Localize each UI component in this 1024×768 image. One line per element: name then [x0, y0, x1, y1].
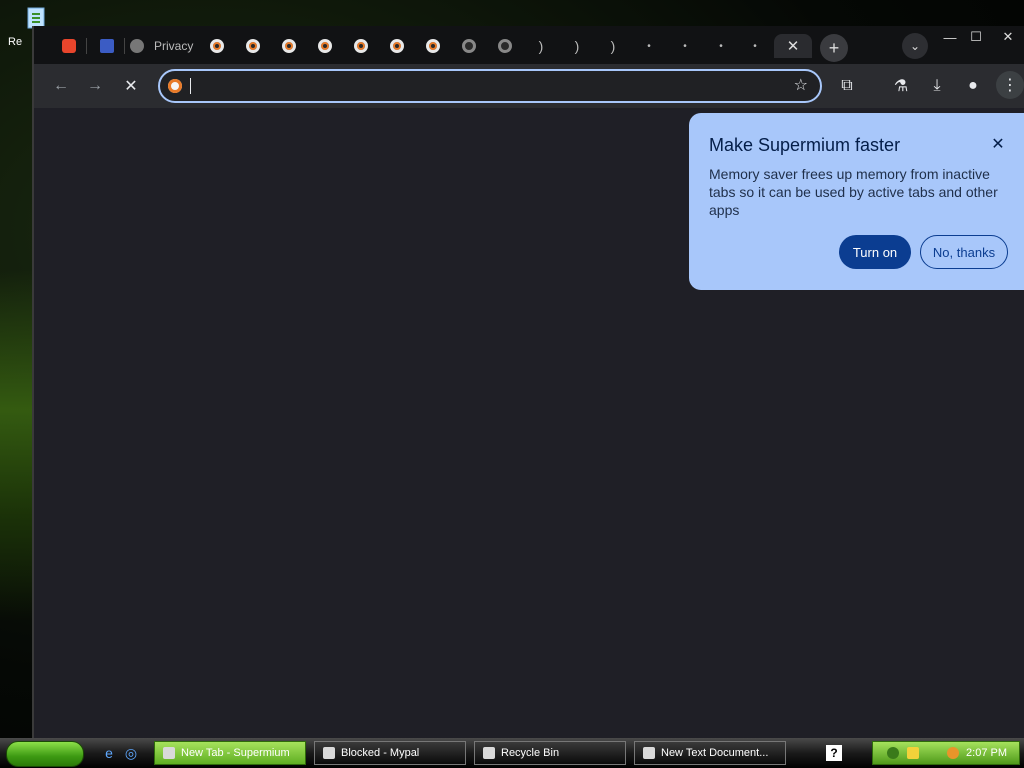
tab-loading[interactable] [202, 35, 232, 57]
globe-icon [130, 39, 144, 53]
no-thanks-button[interactable]: No, thanks [920, 235, 1008, 269]
tab-loading[interactable]: ) [562, 35, 592, 57]
tab-loading[interactable]: • [740, 35, 770, 57]
browser-toolbar: ← → ✕ ☆ ⧉ ⚗ ⤓ ● ⋮ [34, 64, 1024, 108]
site-info-icon[interactable] [168, 79, 182, 93]
loading-icon [390, 39, 404, 53]
taskbar-item-label: Recycle Bin [501, 747, 560, 759]
bookmark-star-icon[interactable]: ☆ [794, 75, 808, 95]
loading-icon [462, 39, 476, 53]
security-shield-icon[interactable] [907, 747, 919, 759]
labs-button[interactable]: ⚗ [886, 72, 916, 100]
tab-loading[interactable] [346, 35, 376, 57]
tab-loading[interactable]: • [634, 35, 664, 57]
loading-icon [318, 39, 332, 53]
tab-strip: Privacy ) ) ) • • • • ✕ + ⌄ — ☐ ✕ [34, 26, 1024, 64]
loading-icon [282, 39, 296, 53]
tab-privacy[interactable]: Privacy [130, 35, 198, 57]
network-icon[interactable] [887, 747, 899, 759]
loading-icon [210, 39, 224, 53]
address-bar[interactable]: ☆ [158, 69, 822, 103]
memory-saver-bubble: Make Supermium faster ✕ Memory saver fre… [689, 113, 1024, 290]
taskbar-item-label: New Tab - Supermium [181, 747, 290, 759]
desktop-icon-label: Re [8, 36, 23, 48]
tab-loading[interactable] [454, 35, 484, 57]
taskbar-item-mypal[interactable]: Blocked - Mypal [314, 741, 466, 765]
system-tray: 2:07 PM [872, 741, 1020, 765]
browser-menu-button[interactable]: ⋮ [996, 71, 1024, 99]
active-tab-close-button[interactable]: ✕ [774, 34, 812, 58]
document-icon [643, 747, 655, 759]
forward-button[interactable]: → [80, 72, 110, 100]
tab-loading[interactable] [490, 35, 520, 57]
bubble-close-button[interactable]: ✕ [989, 135, 1007, 153]
search-icon[interactable] [947, 747, 959, 759]
loading-icon [498, 39, 512, 53]
tab-loading[interactable]: ) [526, 35, 556, 57]
tab-search-button[interactable]: ⌄ [902, 33, 928, 59]
loading-icon [246, 39, 260, 53]
taskbar-item-recycle-bin[interactable]: Recycle Bin [474, 741, 626, 765]
help-icon[interactable]: ? [826, 745, 842, 761]
loading-icon [354, 39, 368, 53]
downloads-button[interactable]: ⤓ [922, 72, 952, 100]
bubble-body: Memory saver frees up memory from inacti… [709, 166, 998, 218]
profile-button[interactable]: ● [958, 72, 988, 100]
tab-loading[interactable]: • [706, 35, 736, 57]
tab-brave[interactable] [54, 35, 84, 57]
tab-app[interactable] [92, 35, 122, 57]
recycle-bin-icon [483, 747, 495, 759]
loading-icon: • [753, 40, 757, 52]
tab-separator [124, 38, 125, 54]
supermium-icon [163, 747, 175, 759]
tab-loading[interactable]: • [670, 35, 700, 57]
loading-icon: • [683, 40, 687, 52]
taskbar-item-supermium[interactable]: New Tab - Supermium [154, 741, 306, 765]
loading-icon: ) [574, 38, 580, 54]
loading-icon: ) [538, 38, 544, 54]
tab-loading[interactable] [274, 35, 304, 57]
back-button[interactable]: ← [46, 72, 76, 100]
tab-loading[interactable] [238, 35, 268, 57]
taskbar-item-label: New Text Document... [661, 747, 769, 759]
close-window-button[interactable]: ✕ [994, 28, 1022, 46]
start-button[interactable] [6, 741, 84, 767]
loading-icon: • [719, 40, 723, 52]
taskbar-item-text-document[interactable]: New Text Document... [634, 741, 786, 765]
extensions-button[interactable]: ⧉ [832, 72, 862, 100]
browser-quicklaunch-icon[interactable]: ◎ [122, 744, 140, 762]
clock[interactable]: 2:07 PM [966, 747, 1007, 759]
tab-loading[interactable] [310, 35, 340, 57]
tab-separator [86, 38, 87, 54]
mypal-icon [323, 747, 335, 759]
maximize-button[interactable]: ☐ [962, 28, 990, 46]
loading-icon: ) [610, 38, 616, 54]
loading-icon: • [647, 40, 651, 52]
app-icon [100, 39, 114, 53]
brave-icon [62, 39, 76, 53]
wallpaper-streak [0, 270, 34, 620]
turn-on-button[interactable]: Turn on [839, 235, 911, 269]
minimize-button[interactable]: — [936, 28, 964, 46]
tab-loading[interactable] [382, 35, 412, 57]
tab-loading[interactable] [418, 35, 448, 57]
taskbar-item-label: Blocked - Mypal [341, 747, 420, 759]
text-cursor [190, 78, 191, 94]
tab-title: Privacy [154, 39, 194, 53]
internet-explorer-icon[interactable]: e [100, 744, 118, 762]
tab-loading[interactable]: ) [598, 35, 628, 57]
stop-button[interactable]: ✕ [116, 72, 146, 100]
new-tab-button[interactable]: + [820, 34, 848, 62]
loading-icon [426, 39, 440, 53]
taskbar: e ◎ New Tab - Supermium Blocked - Mypal … [0, 738, 1024, 768]
address-input[interactable] [190, 75, 784, 99]
bubble-title: Make Supermium faster [709, 135, 901, 155]
